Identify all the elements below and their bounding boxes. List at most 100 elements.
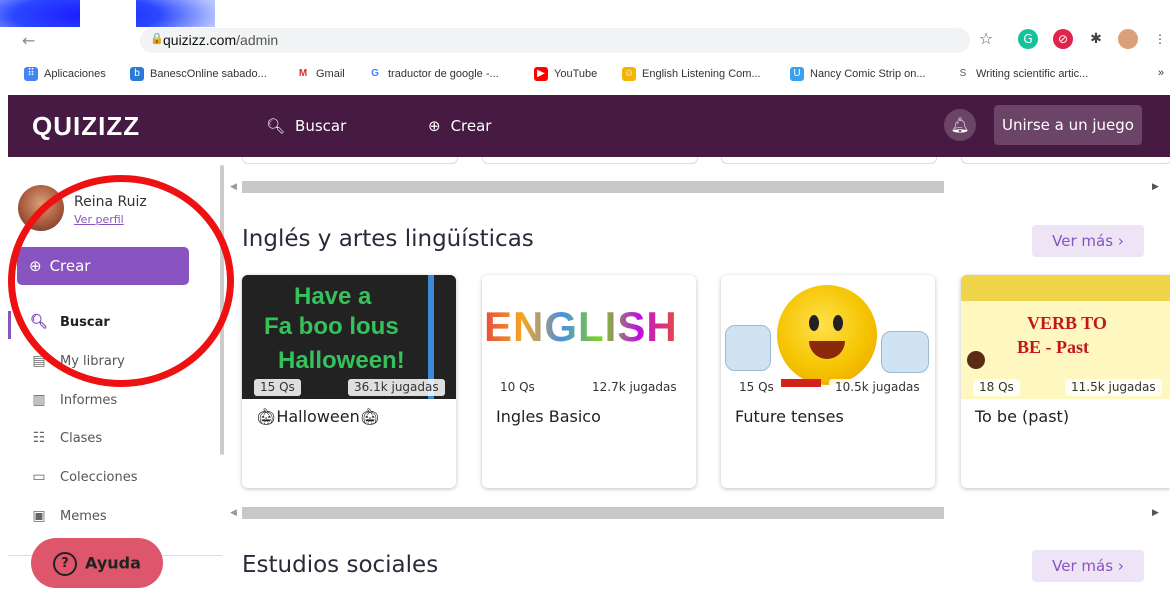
profile-link[interactable]: Ver perfil [74, 213, 124, 226]
help-label: Ayuda [85, 553, 141, 573]
library-icon: ▤ [32, 353, 46, 369]
scroll-right-icon[interactable]: ▶ [1152, 508, 1159, 518]
sidebar-item-library[interactable]: ▤ My library [30, 353, 125, 369]
sidebar-item-label: Informes [60, 392, 118, 408]
apps-grid-icon: ⠿ [24, 67, 38, 81]
quiz-title: Future tenses [735, 407, 844, 426]
back-arrow-icon[interactable]: ← [22, 31, 35, 50]
menu-dots-icon[interactable]: ⋮ [1150, 29, 1170, 49]
child-figure [967, 351, 985, 369]
gmail-icon: M [296, 67, 310, 81]
pumpkin-icon: 🎃︎ [256, 407, 277, 426]
quiz-title: Ingles Basico [496, 407, 601, 426]
thumbnail-text: Fa boo lous [264, 313, 399, 340]
section-title: Inglés y artes lingüísticas [242, 226, 534, 252]
card-edge [721, 157, 937, 164]
question-count-badge: 15 Qs [254, 379, 301, 396]
sidebar-item-reports[interactable]: ▥ Informes [30, 392, 117, 408]
grammarly-icon[interactable]: G [1018, 29, 1038, 49]
quiz-title: To be (past) [975, 407, 1070, 426]
bookmark-translate[interactable]: Gtraductor de google -... [368, 67, 499, 81]
bookmark-writing[interactable]: S Writing scientific artic... [956, 67, 1088, 81]
see-more-button[interactable]: Ver más › [1032, 550, 1144, 582]
see-more-label: Ver más [1052, 232, 1114, 250]
sun-eye [809, 315, 819, 331]
bookmark-label: YouTube [554, 68, 598, 80]
emoji-icon: ☺ [622, 67, 636, 81]
quiz-card[interactable]: 15 Qs 10.5k jugadas Future tenses [721, 275, 935, 488]
bookmark-nancy[interactable]: U Nancy Comic Strip on... [790, 67, 926, 81]
bookmark-label: traductor de google -... [388, 68, 499, 80]
banner [961, 275, 1170, 301]
bookmark-youtube[interactable]: ▶ YouTube [534, 67, 597, 81]
bell-icon[interactable]: 🔔︎ [944, 109, 976, 141]
bookmark-english-listening[interactable]: ☺ English Listening Com... [622, 67, 761, 81]
quiz-card[interactable]: VERB TO BE - Past 18 Qs 11.5k jugadas To… [961, 275, 1170, 488]
nav-search[interactable]: 🔍︎ Buscar [266, 117, 346, 135]
chart-icon: ▥ [32, 392, 46, 408]
card-edge [961, 157, 1170, 164]
nav-create-label: Crear [450, 117, 492, 135]
create-button-label: Crear [49, 257, 91, 275]
sidebar-item-collections[interactable]: ▭ Colecciones [30, 469, 138, 485]
question-count-badge: 15 Qs [733, 379, 780, 396]
image-icon: ▣ [32, 508, 46, 524]
see-more-button[interactable]: Ver más › [1032, 225, 1144, 257]
bookmark-label: Gmail [316, 68, 345, 80]
nav-search-label: Buscar [295, 117, 347, 135]
plays-badge: 12.7k jugadas [586, 379, 683, 396]
sidebar-item-classes[interactable]: ☷ Clases [30, 430, 102, 446]
youtube-icon: ▶ [534, 67, 548, 81]
puzzle-icon[interactable]: ✱ [1086, 29, 1106, 49]
search-icon: 🔍︎ [30, 314, 48, 330]
plays-badge: 11.5k jugadas [1065, 379, 1162, 396]
create-button[interactable]: ⊕ Crear [17, 247, 189, 285]
card-edge [242, 157, 458, 164]
bookmark-label: Aplicaciones [44, 68, 106, 80]
quiz-title: 🎃︎Halloween🎃︎ [256, 407, 380, 426]
thumbnail-text: Have a [294, 283, 372, 310]
thumbs-up-left [725, 325, 771, 371]
banesco-icon: b [130, 67, 144, 81]
bookmark-label: Writing scientific artic... [976, 68, 1089, 80]
nav-create[interactable]: ⊕ Crear [428, 117, 491, 135]
bookmark-label: Nancy Comic Strip on... [810, 68, 926, 80]
sidebar-scrollbar[interactable] [220, 165, 224, 455]
scroll-left-icon[interactable]: ◀ [230, 508, 237, 518]
bookmark-apps[interactable]: ⠿ Aplicaciones [24, 67, 106, 81]
user-name: Reina Ruiz [74, 194, 147, 210]
quizizz-logo[interactable]: QUIZIZZ [32, 111, 140, 142]
help-button[interactable]: ? Ayuda [31, 538, 163, 588]
sidebar-item-label: Colecciones [60, 469, 138, 485]
avatar[interactable] [18, 185, 64, 231]
card-edge [482, 157, 698, 164]
horizontal-scrollbar[interactable] [242, 181, 944, 193]
url-host: quizizz.com [163, 32, 237, 48]
red-ribbon [781, 379, 821, 387]
quiz-card[interactable]: ENGLISH 10 Qs 12.7k jugadas Ingles Basic… [482, 275, 696, 488]
star-icon[interactable]: ☆ [976, 29, 996, 49]
bookmark-banesco[interactable]: b BanescOnline sabado... [130, 67, 267, 81]
sidebar-item-label: Buscar [60, 314, 110, 330]
bookmarks-overflow[interactable]: » [1158, 67, 1164, 79]
shield-icon: U [790, 67, 804, 81]
active-indicator [8, 311, 11, 339]
bookmark-gmail[interactable]: M Gmail [296, 67, 345, 81]
extension-red-icon[interactable]: ⊘ [1053, 29, 1073, 49]
sidebar-item-memes[interactable]: ▣ Memes [30, 508, 106, 524]
plays-badge: 10.5k jugadas [829, 379, 926, 396]
horizontal-scrollbar[interactable] [242, 507, 944, 519]
quiz-card[interactable]: Have a Fa boo lous Halloween! 15 Qs 36.1… [242, 275, 456, 488]
see-more-label: Ver más [1052, 557, 1114, 575]
classes-icon: ☷ [32, 430, 46, 446]
pumpkin-icon: 🎃︎ [359, 407, 381, 426]
join-game-button[interactable]: Unirse a un juego [994, 105, 1142, 145]
link-icon: S [956, 67, 970, 81]
bookmark-label: English Listening Com... [642, 68, 761, 80]
folder-icon: ▭ [32, 469, 46, 485]
scroll-left-icon[interactable]: ◀ [230, 182, 237, 192]
sidebar-item-search[interactable]: 🔍︎ Buscar [30, 314, 110, 330]
profile-avatar-icon[interactable] [1118, 29, 1138, 49]
scroll-right-icon[interactable]: ▶ [1152, 182, 1159, 192]
address-bar-row: ← 🔒 quizizz.com/admin ☆ G ⊘ ✱ ⋮ [0, 27, 1170, 55]
